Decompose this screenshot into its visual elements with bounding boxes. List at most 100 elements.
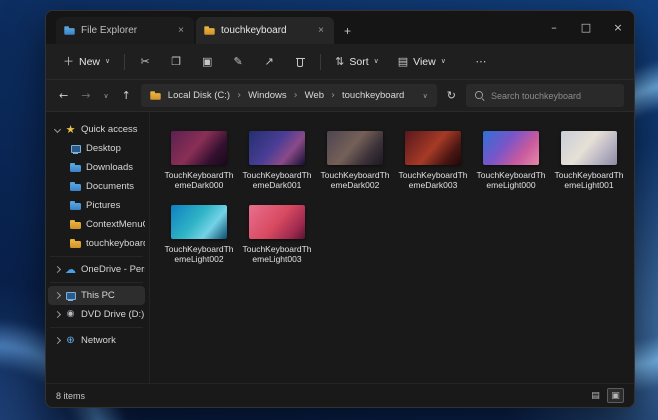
chevron-icon[interactable] <box>54 126 61 133</box>
this-pc-icon <box>65 290 76 301</box>
view-button-label: View <box>413 56 436 68</box>
tab-label: touchkeyboard <box>221 25 310 36</box>
new-tab-button[interactable]: + <box>334 24 361 44</box>
sort-button[interactable]: ⇅ Sort ∨ <box>330 52 384 72</box>
maximize-button[interactable]: □ <box>570 11 602 44</box>
file-item[interactable]: TouchKeyboardThemeLight001 <box>553 131 625 191</box>
trash-icon <box>295 56 306 67</box>
file-name: TouchKeyboardThemeLight001 <box>554 170 624 191</box>
address-bar: ← → ∨ ↑ Local Disk (C:) › Windows › <box>46 80 634 112</box>
copy-icon[interactable]: ❐ <box>165 51 187 73</box>
sidebar-item-label: Quick access <box>81 124 138 135</box>
view-toggles: ▤ ▣ <box>587 388 624 403</box>
chevron-down-icon: ∨ <box>441 58 446 65</box>
tab-label: File Explorer <box>81 25 170 36</box>
file-item[interactable]: TouchKeyboardThemeDark001 <box>241 131 313 191</box>
chevron-icon[interactable] <box>54 311 61 318</box>
details-view-icon[interactable]: ▤ <box>587 388 604 403</box>
sidebar-item[interactable]: This PC <box>48 286 145 305</box>
breadcrumb-segment[interactable]: Windows <box>248 90 287 101</box>
cut-icon[interactable]: ✂ <box>134 51 156 73</box>
more-options-icon[interactable]: ⋯ <box>470 51 492 73</box>
file-thumbnail <box>249 205 305 239</box>
chevron-icon[interactable] <box>54 337 61 344</box>
file-explorer-icon <box>64 25 74 35</box>
close-button[interactable]: × <box>602 11 634 44</box>
breadcrumb-segment[interactable]: Local Disk (C:) <box>168 90 230 101</box>
delete-button[interactable] <box>289 51 311 73</box>
view-icon: ▤ <box>398 56 408 67</box>
minimize-button[interactable]: – <box>538 11 570 44</box>
search-input[interactable] <box>491 91 616 101</box>
file-item[interactable]: TouchKeyboardThemeDark002 <box>319 131 391 191</box>
back-icon[interactable]: ← <box>56 87 71 104</box>
file-item[interactable]: TouchKeyboardThemeDark000 <box>163 131 235 191</box>
sidebar-item-label: DVD Drive (D:) CCC… <box>81 309 145 320</box>
sidebar-item[interactable]: ◉ DVD Drive (D:) CCC… <box>48 305 145 324</box>
file-thumbnail <box>327 131 383 165</box>
breadcrumb[interactable]: Local Disk (C:) › Windows › Web › t <box>141 84 437 107</box>
tab-close-icon[interactable]: × <box>176 25 186 36</box>
sidebar-item-label: ContextMenuCust… <box>86 219 145 230</box>
file-name: TouchKeyboardThemeLight002 <box>164 244 234 265</box>
file-item[interactable]: TouchKeyboardThemeLight000 <box>475 131 547 191</box>
new-button-label: New <box>79 56 100 68</box>
file-name: TouchKeyboardThemeLight003 <box>242 244 312 265</box>
star-icon: ★ <box>65 124 76 135</box>
new-button[interactable]: ＋ New ∨ <box>58 52 115 72</box>
sidebar-item-label: touchkeyboard <box>86 238 145 249</box>
sidebar-item[interactable]: Pictures <box>48 196 145 215</box>
sidebar-item-label: Pictures <box>86 200 120 211</box>
network-icon: ⊕ <box>65 335 76 346</box>
command-bar: ＋ New ∨ ✂ ❐ ▣ ✎ ↗ ⇅ Sort ∨ ▤ View ∨ ⋯ <box>46 44 634 80</box>
dvd-drive-icon: ◉ <box>65 309 76 320</box>
forward-icon[interactable]: → <box>78 87 93 104</box>
search-icon <box>474 90 485 101</box>
breadcrumb-segment[interactable]: Web <box>305 90 324 101</box>
address-dropdown-icon[interactable]: ∨ <box>423 92 428 100</box>
file-item[interactable]: TouchKeyboardThemeDark003 <box>397 131 469 191</box>
file-thumbnail <box>171 205 227 239</box>
toolbar-divider <box>124 54 125 70</box>
paste-icon[interactable]: ▣ <box>196 51 218 73</box>
file-thumbnail <box>483 131 539 165</box>
folder-icon <box>70 219 81 230</box>
file-name: TouchKeyboardThemeLight000 <box>476 170 546 191</box>
sidebar-item[interactable]: Documents <box>48 177 145 196</box>
sidebar-item-label: Network <box>81 335 116 346</box>
file-grid: TouchKeyboardThemeDark000 TouchKeyboardT… <box>150 112 634 383</box>
toolbar-divider <box>320 54 321 70</box>
folder-icon <box>150 90 160 100</box>
file-item[interactable]: TouchKeyboardThemeLight003 <box>241 205 313 265</box>
explorer-tab[interactable]: File Explorer × <box>56 17 194 44</box>
rename-icon[interactable]: ✎ <box>227 51 249 73</box>
chevron-icon[interactable] <box>54 266 61 273</box>
sidebar-item[interactable]: ⊕ Network <box>48 331 145 350</box>
refresh-icon[interactable]: ↻ <box>444 87 459 104</box>
view-button[interactable]: ▤ View ∨ <box>393 52 451 72</box>
breadcrumb-separator-icon: › <box>237 90 241 101</box>
sidebar-item[interactable]: ContextMenuCust… <box>48 215 145 234</box>
thumbnails-view-icon[interactable]: ▣ <box>607 388 624 403</box>
chevron-icon[interactable] <box>54 292 61 299</box>
breadcrumb-segment[interactable]: touchkeyboard <box>342 90 404 101</box>
sidebar-item-label: OneDrive - Personal <box>81 264 145 275</box>
status-bar: 8 items ▤ ▣ <box>46 383 634 407</box>
recent-locations-icon[interactable]: ∨ <box>100 90 111 102</box>
file-item[interactable]: TouchKeyboardThemeLight002 <box>163 205 235 265</box>
onedrive-cloud-icon: ☁ <box>65 264 76 275</box>
breadcrumb-separator-icon: › <box>331 90 335 101</box>
sidebar-item[interactable]: touchkeyboard <box>48 234 145 253</box>
sidebar-item[interactable]: Downloads <box>48 158 145 177</box>
search-box[interactable] <box>466 84 624 107</box>
sidebar-item[interactable]: ☁ OneDrive - Personal <box>48 260 145 279</box>
file-name: TouchKeyboardThemeDark002 <box>320 170 390 191</box>
sidebar-item[interactable]: Desktop <box>48 139 145 158</box>
sidebar-item-label: Downloads <box>86 162 133 173</box>
sidebar-item[interactable]: ★ Quick access <box>48 120 145 139</box>
file-name: TouchKeyboardThemeDark003 <box>398 170 468 191</box>
explorer-tab[interactable]: touchkeyboard × <box>196 17 334 44</box>
share-icon[interactable]: ↗ <box>258 51 280 73</box>
up-icon[interactable]: ↑ <box>119 87 134 104</box>
tab-close-icon[interactable]: × <box>316 25 326 36</box>
